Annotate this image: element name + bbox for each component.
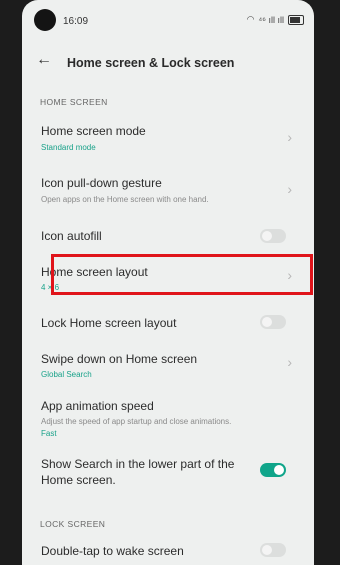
double-tap-toggle[interactable] [260,543,286,557]
highlight-box [51,254,313,295]
setting-label-line2: Home screen. [41,473,116,487]
lock-layout-toggle[interactable] [260,315,286,329]
setting-label: Icon pull-down gesture [41,176,162,190]
setting-description: Adjust the speed of app startup and clos… [41,417,232,426]
setting-swipe-down[interactable]: Swipe down on Home screen Global Search … [22,349,314,381]
front-camera [34,9,56,31]
battery-icon [288,14,304,25]
settings-screen: 16:09 ◠ ⁴⁶ ıll ıll ← Home screen & Lock … [22,0,314,565]
chevron-right-icon: › [287,181,292,197]
status-bar: 16:09 ◠ ⁴⁶ ıll ıll [22,0,314,38]
setting-label: Home screen mode [41,124,146,138]
section-home-screen: HOME SCREEN [40,97,108,107]
setting-icon-autofill: Icon autofill [22,226,314,248]
setting-double-tap-wake: Double-tap to wake screen [22,541,314,563]
chevron-right-icon: › [287,354,292,370]
setting-label: Icon autofill [41,229,102,243]
section-lock-screen: LOCK SCREEN [40,519,106,529]
show-search-toggle[interactable] [260,463,286,477]
setting-value: Fast [41,429,57,438]
setting-label: Show Search in the lower part of the [41,457,235,471]
setting-home-screen-mode[interactable]: Home screen mode Standard mode › [22,122,314,158]
setting-label: Double-tap to wake screen [41,544,184,558]
setting-label: App animation speed [41,399,154,413]
chevron-right-icon: › [287,129,292,145]
setting-value: Standard mode [41,143,96,152]
setting-show-search: Show Search in the lower part of the Hom… [22,455,314,489]
setting-label: Lock Home screen layout [41,316,177,330]
setting-icon-pull-down-gesture[interactable]: Icon pull-down gesture Open apps on the … [22,174,314,210]
setting-label: Swipe down on Home screen [41,352,198,366]
wifi-icon: ◠ [246,14,255,24]
setting-description: Open apps on the Home screen with one ha… [41,195,209,204]
setting-lock-home-screen-layout: Lock Home screen layout [22,313,314,335]
status-icons: ◠ ⁴⁶ ıll ıll [247,14,304,25]
page-header: ← Home screen & Lock screen [22,48,314,78]
icon-autofill-toggle[interactable] [260,229,286,243]
signal-icon: ⁴⁶ ıll ıll [258,14,284,25]
setting-app-animation-speed[interactable]: App animation speed Adjust the speed of … [22,397,314,441]
back-arrow-icon[interactable]: ← [36,51,52,69]
page-title: Home screen & Lock screen [67,56,235,70]
status-time: 16:09 [63,16,89,27]
setting-value: Global Search [41,370,92,379]
